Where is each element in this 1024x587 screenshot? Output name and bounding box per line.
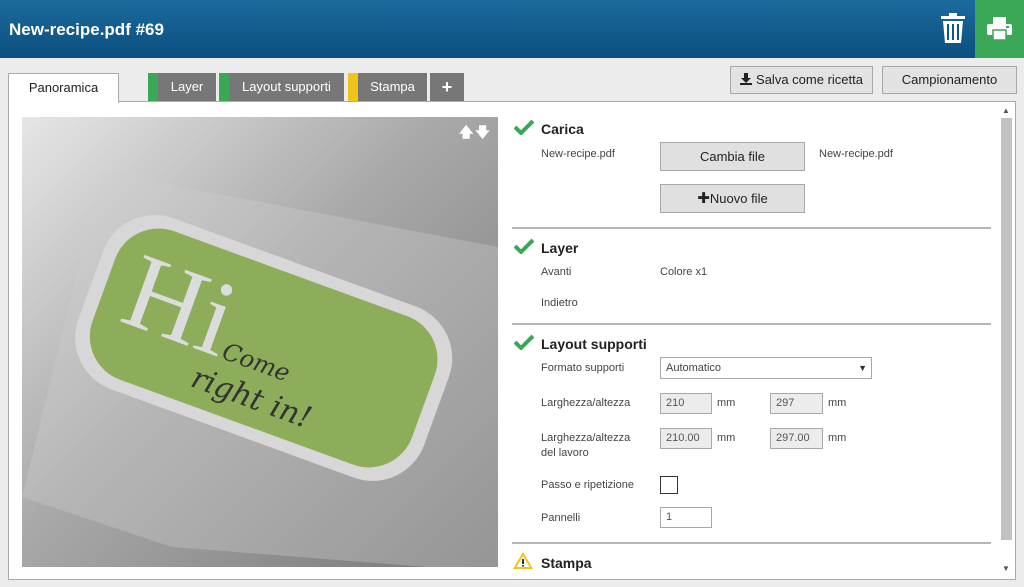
status-stripe — [348, 73, 358, 101]
height-field[interactable]: 297 — [770, 393, 823, 414]
download-icon — [740, 73, 753, 85]
media-format-value: Automatico — [666, 362, 722, 374]
unit-label: mm — [717, 397, 736, 409]
media-format-label: Formato supporti — [541, 362, 625, 374]
media-format-select[interactable]: Automatico ▼ — [660, 357, 872, 379]
tab-label: Layer — [170, 79, 204, 94]
new-file-button[interactable]: ✚Nuovo file — [660, 184, 805, 213]
section-title-layout: Layout supporti — [541, 336, 647, 352]
status-stripe — [148, 73, 158, 101]
job-height-field[interactable]: 297.00 — [770, 428, 823, 449]
job-size-label-2: del lavoro — [541, 447, 589, 459]
change-file-button[interactable]: Cambia file — [660, 142, 805, 171]
section-title-stampa: Stampa — [541, 555, 592, 571]
section-title-carica: Carica — [541, 121, 584, 137]
scrollbar[interactable]: ▲ ▼ — [998, 104, 1015, 578]
sampling-button[interactable]: Campionamento — [882, 66, 1017, 94]
document-preview[interactable]: Hi Come right in! — [22, 117, 498, 567]
tab-label: Layout supporti — [242, 79, 331, 94]
unit-label: mm — [717, 432, 736, 444]
printer-icon — [987, 17, 1012, 40]
save-as-recipe-button[interactable]: Salva come ricetta — [730, 66, 873, 94]
step-repeat-label: Passo e ripetizione — [541, 479, 634, 491]
check-icon — [514, 119, 534, 135]
section-divider — [512, 542, 991, 544]
save-as-recipe-label: Salva come ricetta — [756, 72, 863, 87]
step-repeat-checkbox[interactable] — [660, 476, 678, 494]
panels-field[interactable]: 1 — [660, 507, 712, 528]
tab-layer[interactable]: Layer — [148, 73, 216, 101]
check-icon — [514, 334, 534, 350]
caret-down-icon: ▼ — [858, 363, 867, 373]
front-value: Colore x1 — [660, 266, 708, 278]
add-tab-button[interactable]: + — [430, 73, 464, 101]
job-size-label: Larghezza/altezza — [541, 432, 631, 444]
front-label: Avanti — [541, 266, 572, 278]
trash-icon[interactable] — [940, 13, 966, 43]
scroll-thumb[interactable] — [1001, 118, 1012, 540]
print-button[interactable] — [975, 0, 1024, 58]
panels-label: Pannelli — [541, 512, 581, 524]
back-label: Indietro — [541, 297, 578, 309]
size-label: Larghezza/altezza — [541, 397, 631, 409]
unit-label: mm — [828, 432, 847, 444]
new-file-label: Nuovo file — [709, 191, 768, 206]
status-stripe — [219, 73, 229, 101]
plus-icon: ✚ — [697, 190, 710, 207]
file-label: New-recipe.pdf — [541, 148, 615, 160]
unit-label: mm — [828, 397, 847, 409]
flip-arrows-icon[interactable]: 🡅🡇 — [459, 122, 492, 146]
header-bar: New-recipe.pdf #69 — [0, 0, 1024, 58]
scroll-up-icon[interactable]: ▲ — [1002, 106, 1010, 115]
check-icon — [514, 238, 534, 254]
tab-layout-supporti[interactable]: Layout supporti — [219, 73, 344, 101]
document-title: New-recipe.pdf #69 — [9, 20, 164, 39]
section-title-layer: Layer — [541, 240, 579, 256]
scroll-down-icon[interactable]: ▼ — [1002, 564, 1010, 573]
width-field[interactable]: 210 — [660, 393, 712, 414]
job-width-field[interactable]: 210.00 — [660, 428, 712, 449]
section-divider — [512, 323, 991, 325]
tab-panoramica[interactable]: Panoramica — [8, 73, 119, 103]
tab-label: Stampa — [370, 79, 415, 94]
tab-stampa[interactable]: Stampa — [348, 73, 427, 101]
warning-icon — [513, 552, 533, 569]
file-value: New-recipe.pdf — [819, 148, 893, 160]
section-divider — [512, 227, 991, 229]
